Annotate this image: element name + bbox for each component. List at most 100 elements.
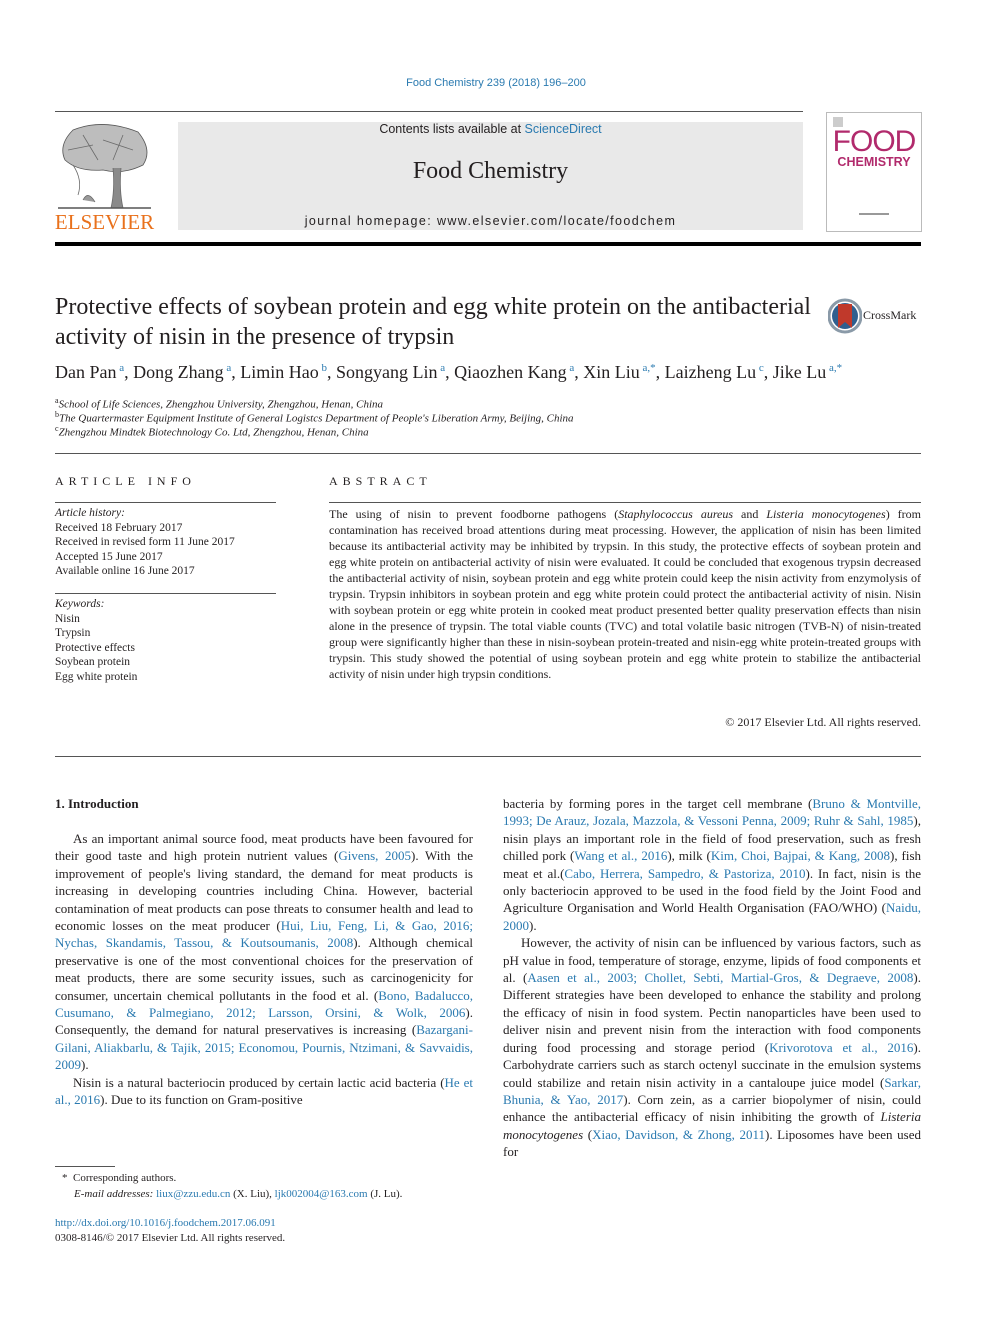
footnote-rule: [55, 1166, 115, 1167]
corresponding-note: * Corresponding authors.: [55, 1171, 485, 1187]
affiliation-text: Zhengzhou Mindtek Biotechnology Co. Ltd,…: [58, 426, 369, 439]
text-run: ).: [81, 1057, 89, 1073]
body-paragraph: Nisin is a natural bacteriocin produced …: [55, 1074, 473, 1109]
article-info-rule: [55, 502, 276, 503]
body-paragraph: bacteria by forming pores in the target …: [503, 795, 921, 934]
author-affiliation-marker[interactable]: a: [117, 362, 124, 374]
citation-link[interactable]: Kim, Choi, Bajpai, & Kang, 2008: [711, 848, 890, 863]
keywords-label: Keywords:: [55, 598, 105, 610]
author-name[interactable]: Limin Hao: [240, 362, 319, 382]
body-column-left: As an important animal source food, meat…: [55, 830, 473, 1109]
abstract-rule: [329, 502, 921, 503]
history-item: Received 18 February 2017: [55, 521, 183, 534]
doi-block: http://dx.doi.org/10.1016/j.foodchem.201…: [55, 1216, 485, 1246]
email-label: E-mail addresses:: [74, 1187, 154, 1200]
text-run: (: [583, 1126, 593, 1142]
author-name[interactable]: Xin Liu: [583, 362, 640, 382]
article-info-heading: ARTICLE INFO: [55, 474, 196, 488]
body-paragraph: However, the activity of nisin can be in…: [503, 934, 921, 1160]
contents-available-line: Contents lists available at ScienceDirec…: [178, 122, 803, 136]
article-title: Protective effects of soybean protein an…: [55, 294, 811, 350]
contents-label: Contents lists available at: [379, 122, 525, 136]
citation-link[interactable]: Cabo, Herrera, Sampedro, & Pastoriza, 20…: [564, 866, 805, 881]
journal-banner: Contents lists available at ScienceDirec…: [178, 122, 803, 230]
keyword-item: Trypsin: [55, 627, 91, 639]
sciencedirect-link[interactable]: ScienceDirect: [525, 122, 602, 136]
header-rule: [55, 111, 803, 112]
footnote-star: *: [62, 1172, 68, 1184]
body-paragraph: As an important animal source food, meat…: [55, 830, 473, 1074]
journal-citation-link[interactable]: Food Chemistry 239 (2018) 196–200: [0, 77, 992, 89]
author-name[interactable]: Dong Zhang: [133, 362, 223, 382]
author-name[interactable]: Laizheng Lu: [665, 362, 756, 382]
crossmark-button[interactable]: CrossMark: [828, 298, 923, 334]
abstract-text: The using of nisin to prevent foodborne …: [329, 506, 921, 682]
email-link-lu[interactable]: ljk002004@163.com: [275, 1188, 368, 1200]
email-note: E-mail addresses: liux@zzu.edu.cn (X. Li…: [55, 1187, 485, 1203]
history-item: Available online 16 June 2017: [55, 565, 195, 577]
citation-link[interactable]: Wang et al., 2016: [574, 848, 667, 863]
affiliation-text: School of Life Sciences, Zhengzhou Unive…: [58, 398, 384, 411]
keyword-item: Nisin: [55, 612, 80, 625]
section-heading-introduction: 1. Introduction: [55, 796, 139, 811]
cover-title-food: FOOD: [832, 125, 917, 158]
cover-footer-text: [859, 213, 889, 215]
author-affiliation-marker[interactable]: a,*: [640, 362, 656, 374]
author-affiliation-marker[interactable]: a: [567, 362, 574, 374]
keyword-item: Egg white protein: [55, 670, 138, 683]
journal-homepage[interactable]: journal homepage: www.elsevier.com/locat…: [178, 214, 803, 228]
citation-link[interactable]: Aasen et al., 2003; Chollet, Sebti, Mart…: [527, 970, 913, 985]
text-run: ).: [529, 917, 537, 933]
journal-name: Food Chemistry: [412, 158, 569, 184]
author-affiliation-marker[interactable]: a: [224, 362, 231, 374]
author-affiliation-marker[interactable]: b: [319, 362, 328, 374]
text-run: bacteria by forming pores in the target …: [503, 796, 813, 811]
text-run: ), milk (: [667, 848, 711, 864]
author-name[interactable]: Dan Pan: [55, 362, 117, 382]
author-list: Dan Pan a, Dong Zhang a, Limin Hao b, So…: [55, 362, 843, 382]
affiliation-b: bThe Quartermaster Equipment Institute o…: [55, 410, 574, 425]
crossmark-label: CrossMark: [863, 308, 917, 322]
affiliation-text: The Quartermaster Equipment Institute of…: [59, 412, 574, 425]
author-name[interactable]: Qiaozhen Kang: [454, 362, 566, 382]
keyword-item: Protective effects: [55, 641, 135, 654]
email-owner: (J. Lu).: [367, 1187, 403, 1200]
author-affiliation-marker[interactable]: c: [756, 362, 764, 374]
elsevier-wordmark: ELSEVIER: [54, 210, 155, 234]
front-matter-rule: [55, 756, 921, 757]
author-name[interactable]: Jike Lu: [773, 362, 827, 382]
cover-title-chemistry: CHEMISTRY: [837, 155, 911, 169]
footnotes: * Corresponding authors. E-mail addresse…: [55, 1171, 485, 1202]
crossmark-icon: [828, 298, 862, 334]
citation-link[interactable]: Xiao, Davidson, & Zhong, 2011: [592, 1127, 765, 1142]
history-item: Accepted 15 June 2017: [55, 550, 163, 563]
author-name[interactable]: Songyang Lin: [336, 362, 438, 382]
email-link-liu[interactable]: liux@zzu.edu.cn: [156, 1188, 230, 1200]
text-run: The using of nisin to prevent foodborne …: [329, 507, 619, 521]
corresponding-label: Corresponding authors.: [73, 1172, 177, 1184]
section-rule: [55, 453, 921, 454]
text-run: Nisin is a natural bacteriocin produced …: [73, 1074, 445, 1090]
text-run: ). Due to its function on Gram-positive: [100, 1092, 303, 1108]
abstract-heading: ABSTRACT: [329, 474, 432, 488]
author-affiliation-marker[interactable]: a: [438, 362, 445, 374]
keywords: Keywords: Nisin Trypsin Protective effec…: [55, 597, 285, 684]
keywords-rule: [55, 593, 276, 594]
journal-cover-thumbnail[interactable]: FOOD CHEMISTRY: [826, 112, 922, 232]
abstract-copyright: © 2017 Elsevier Ltd. All rights reserved…: [725, 715, 921, 729]
citation-link[interactable]: Krivorotova et al., 2016: [769, 1040, 913, 1055]
history-item: Received in revised form 11 June 2017: [55, 536, 235, 548]
keyword-item: Soybean protein: [55, 656, 131, 668]
issn-copyright: 0308-8146/© 2017 Elsevier Ltd. All right…: [55, 1232, 286, 1244]
article-history: Article history: Received 18 February 20…: [55, 506, 285, 579]
affiliation-c: cZhengzhou Mindtek Biotechnology Co. Ltd…: [55, 424, 369, 439]
author-affiliation-marker[interactable]: a,*: [826, 362, 842, 374]
doi-link[interactable]: http://dx.doi.org/10.1016/j.foodchem.201…: [55, 1217, 276, 1229]
body-column-right: bacteria by forming pores in the target …: [503, 795, 921, 1161]
citation-link[interactable]: Givens, 2005: [338, 848, 411, 863]
email-owner: (X. Liu),: [230, 1187, 275, 1200]
italic-term: Listeria monocytogenes: [766, 507, 886, 521]
header-thick-rule: [55, 242, 921, 246]
text-run: and: [733, 507, 767, 521]
affiliation-a: aSchool of Life Sciences, Zhengzhou Univ…: [55, 396, 383, 411]
